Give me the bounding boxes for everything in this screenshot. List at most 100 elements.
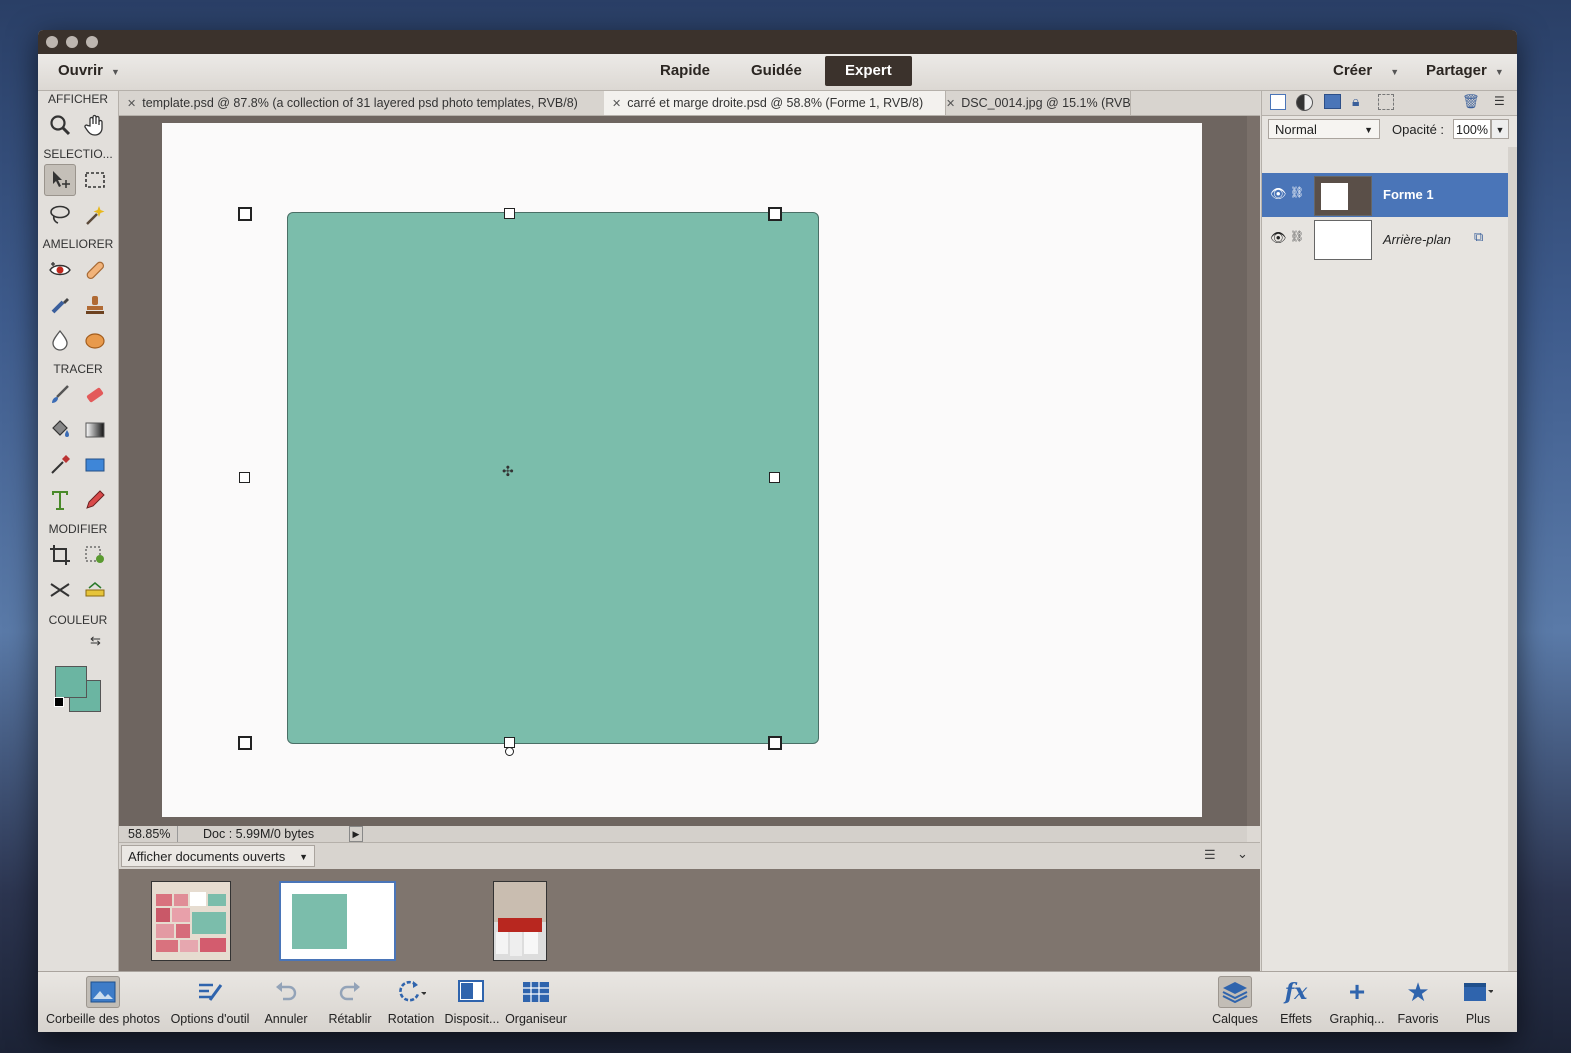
lasso-tool-icon[interactable] bbox=[44, 199, 76, 231]
pencil-tool-icon[interactable] bbox=[79, 484, 111, 516]
layer-mask-icon[interactable] bbox=[1324, 94, 1341, 109]
tool-options-icon bbox=[193, 976, 227, 1008]
eraser-tool-icon[interactable] bbox=[79, 379, 111, 411]
more-button[interactable]: Plus bbox=[1454, 976, 1502, 1026]
hand-tool-icon[interactable] bbox=[79, 109, 111, 141]
transform-handle-right[interactable] bbox=[769, 472, 780, 483]
clone-stamp-tool-icon[interactable] bbox=[79, 289, 111, 321]
opacity-dropdown-icon[interactable]: ▼ bbox=[1491, 119, 1509, 139]
default-colors-icon[interactable] bbox=[54, 697, 64, 707]
link-icon[interactable]: ⛓︎ bbox=[1290, 186, 1304, 199]
mode-tab-guided[interactable]: Guidée bbox=[731, 56, 822, 86]
undo-icon bbox=[269, 976, 303, 1008]
panel-menu-icon[interactable]: ☰ bbox=[1494, 94, 1505, 108]
organizer-button[interactable]: Organiseur bbox=[503, 976, 569, 1026]
close-icon[interactable]: ✕ bbox=[946, 98, 955, 110]
redo-button[interactable]: Rétablir bbox=[323, 976, 377, 1026]
visibility-eye-icon[interactable]: 👁︎ bbox=[1270, 230, 1287, 246]
layers-icon bbox=[1218, 976, 1252, 1008]
link-icon[interactable]: ⛓︎ bbox=[1290, 230, 1304, 243]
blend-mode-select[interactable]: Normal ▼ bbox=[1268, 119, 1380, 139]
sponge-tool-icon[interactable] bbox=[79, 324, 111, 356]
transform-handle-bottom-left[interactable] bbox=[238, 736, 252, 750]
transform-handle-top-left[interactable] bbox=[238, 207, 252, 221]
effects-button[interactable]: fx Effets bbox=[1274, 976, 1318, 1026]
thumbnail-dsc[interactable] bbox=[493, 881, 547, 961]
bin-menu-icon[interactable]: ☰ bbox=[1204, 847, 1216, 863]
undo-button[interactable]: Annuler bbox=[259, 976, 313, 1026]
status-arrow-icon[interactable]: ▶ bbox=[349, 826, 363, 842]
adjustment-layer-icon[interactable] bbox=[1296, 94, 1313, 111]
straighten-tool-icon[interactable] bbox=[79, 574, 111, 606]
section-enhance-label: AMELIORER bbox=[42, 237, 114, 251]
teal-square-shape[interactable] bbox=[287, 212, 819, 744]
transform-handle-left[interactable] bbox=[239, 472, 250, 483]
rectangular-marquee-tool-icon[interactable] bbox=[79, 164, 111, 196]
zoom-readout[interactable]: 58.85% bbox=[128, 827, 170, 841]
transform-handle-top[interactable] bbox=[504, 208, 515, 219]
workspace-vertical-scrollbar[interactable] bbox=[1247, 116, 1260, 826]
bin-display-select[interactable]: Afficher documents ouverts ▼ bbox=[121, 845, 315, 867]
section-modify-label: MODIFIER bbox=[48, 522, 108, 536]
favorites-button[interactable]: ★ Favoris bbox=[1394, 976, 1442, 1027]
layers-scrollbar[interactable] bbox=[1508, 147, 1517, 971]
crop-tool-icon[interactable] bbox=[44, 539, 76, 571]
thumbnail-template[interactable] bbox=[151, 881, 231, 961]
status-bar: 58.85% Doc : 5.99M/0 bytes ▶ bbox=[119, 826, 1247, 842]
rectangle-shape-tool-icon[interactable] bbox=[79, 449, 111, 481]
red-eye-tool-icon[interactable] bbox=[44, 254, 76, 286]
tab-carre-psd[interactable]: ✕ carré et marge droite.psd @ 58.8% (Form… bbox=[604, 91, 946, 115]
open-menu-button[interactable]: Ouvrir ▼ bbox=[58, 62, 120, 79]
transform-handle-bottom-right[interactable] bbox=[768, 736, 782, 750]
type-tool-icon[interactable] bbox=[44, 484, 76, 516]
paint-bucket-tool-icon[interactable] bbox=[44, 414, 76, 446]
menu-bar: Ouvrir ▼ Rapide Guidée Expert Créer ▼ Part… bbox=[38, 54, 1517, 91]
recompose-tool-icon[interactable] bbox=[79, 539, 111, 571]
magic-wand-tool-icon[interactable] bbox=[79, 199, 111, 231]
tab-template-psd[interactable]: ✕ template.psd @ 87.8% (a collection of 3… bbox=[119, 91, 612, 115]
close-icon[interactable]: ✕ bbox=[612, 98, 621, 110]
lock-icon[interactable]: 🔒︎ bbox=[1352, 93, 1359, 110]
trash-icon[interactable]: 🗑︎ bbox=[1462, 93, 1480, 110]
mode-tab-quick[interactable]: Rapide bbox=[640, 56, 730, 86]
swap-colors-icon[interactable]: ⇆ bbox=[90, 633, 101, 649]
minimize-window-button[interactable] bbox=[66, 36, 78, 48]
rotate-handle[interactable] bbox=[505, 747, 514, 756]
photo-bin-button[interactable]: Corbeille des photos bbox=[41, 976, 165, 1026]
tool-options-button[interactable]: Options d'outil bbox=[167, 976, 253, 1026]
visibility-eye-icon[interactable]: 👁︎ bbox=[1270, 186, 1287, 202]
mode-tab-expert[interactable]: Expert bbox=[825, 56, 912, 86]
share-menu-button[interactable]: Partager ▼ bbox=[1426, 62, 1504, 79]
zoom-tool-icon[interactable] bbox=[44, 109, 76, 141]
smart-brush-tool-icon[interactable] bbox=[44, 289, 76, 321]
eyedropper-tool-icon[interactable] bbox=[44, 449, 76, 481]
layer-row-background[interactable]: 👁︎ ⛓︎ Arrière-plan ⧉ bbox=[1262, 217, 1508, 261]
tab-dsc-jpg[interactable]: ✕ DSC_0014.jpg @ 15.1% (RVB/8) bbox=[938, 91, 1131, 115]
collapse-bin-icon[interactable]: ⌄ bbox=[1237, 846, 1248, 862]
spot-healing-brush-icon[interactable] bbox=[79, 254, 111, 286]
transform-handle-top-right[interactable] bbox=[768, 207, 782, 221]
thumbnail-shape-preview bbox=[292, 894, 347, 949]
close-icon[interactable]: ✕ bbox=[127, 98, 136, 110]
close-window-button[interactable] bbox=[46, 36, 58, 48]
brush-tool-icon[interactable] bbox=[44, 379, 76, 411]
layers-button[interactable]: Calques bbox=[1208, 976, 1262, 1026]
graphics-button[interactable]: + Graphiq... bbox=[1326, 976, 1388, 1026]
content-aware-move-icon[interactable] bbox=[44, 574, 76, 606]
new-layer-icon[interactable] bbox=[1270, 94, 1286, 110]
rotate-icon bbox=[394, 976, 428, 1008]
redo-icon bbox=[333, 976, 367, 1008]
document-canvas[interactable]: ✣ bbox=[162, 123, 1202, 817]
create-menu-button[interactable]: Créer ▼ bbox=[1333, 62, 1399, 79]
rotate-button[interactable]: Rotation bbox=[383, 976, 439, 1026]
zoom-window-button[interactable] bbox=[86, 36, 98, 48]
foreground-color-swatch[interactable] bbox=[55, 666, 87, 698]
lock-transparent-icon[interactable] bbox=[1378, 94, 1394, 110]
blur-tool-icon[interactable] bbox=[44, 324, 76, 356]
move-tool-icon[interactable] bbox=[44, 164, 76, 196]
opacity-input[interactable]: 100% bbox=[1453, 119, 1491, 139]
layer-row-forme-1[interactable]: 👁︎ ⛓︎ Forme 1 bbox=[1262, 173, 1508, 217]
layout-button[interactable]: Disposit... bbox=[440, 976, 504, 1026]
gradient-tool-icon[interactable] bbox=[79, 414, 111, 446]
thumbnail-carre-active[interactable] bbox=[279, 881, 396, 961]
